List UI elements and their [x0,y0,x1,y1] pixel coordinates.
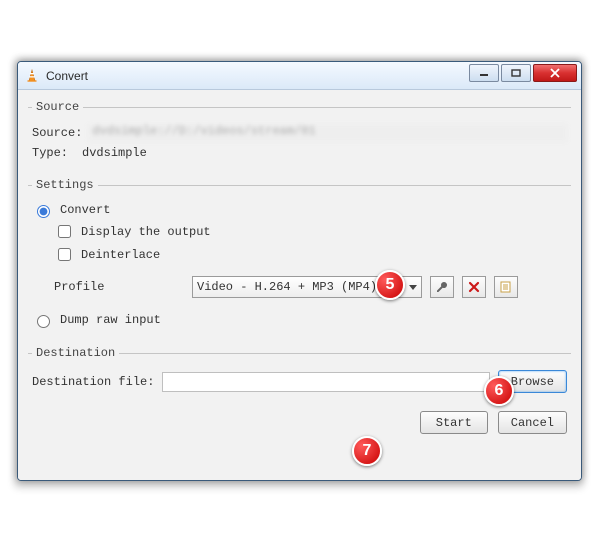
titlebar: Convert [18,62,581,90]
type-value: dvdsimple [82,146,147,160]
profile-label: Profile [54,280,184,294]
vlc-cone-icon [24,68,40,84]
dump-raw-radio[interactable] [37,315,50,328]
minimize-button[interactable] [469,64,499,82]
deinterlace-label: Deinterlace [81,248,160,262]
dump-raw-label: Dump raw input [60,313,161,327]
annotation-badge-6: 6 [484,376,514,406]
close-button[interactable] [533,64,577,82]
maximize-button[interactable] [501,64,531,82]
delete-profile-button[interactable] [462,276,486,298]
source-legend: Source [32,100,83,114]
destination-legend: Destination [32,346,119,360]
profile-selected-value: Video - H.264 + MP3 (MP4) [197,280,377,294]
convert-window: Convert Source Source: dvdsimple://D:/vi… [17,61,582,481]
source-group: Source Source: dvdsimple://D:/videos/str… [28,100,571,168]
window-title: Convert [46,69,88,83]
wrench-icon [435,280,449,294]
cancel-button[interactable]: Cancel [498,411,567,434]
convert-radio[interactable] [37,205,50,218]
settings-legend: Settings [32,178,98,192]
new-profile-icon [499,280,513,294]
source-label: Source: [32,126,82,140]
destination-input[interactable] [162,372,489,392]
client-area: Source Source: dvdsimple://D:/videos/str… [18,90,581,480]
type-label: Type: [32,146,68,160]
new-profile-button[interactable] [494,276,518,298]
annotation-badge-7: 7 [352,436,382,466]
source-value: dvdsimple://D:/videos/stream/01 [88,124,567,142]
settings-group: Settings Convert Display the output Dein… [28,178,571,336]
display-output-checkbox[interactable] [58,225,71,238]
footer-buttons: Start Cancel [28,411,571,434]
display-output-label: Display the output [81,225,211,239]
deinterlace-checkbox[interactable] [58,248,71,261]
chevron-down-icon [409,285,417,290]
convert-radio-label: Convert [60,203,110,217]
destination-label: Destination file: [32,375,154,389]
delete-icon [468,281,480,293]
annotation-badge-5: 5 [375,270,405,300]
start-button[interactable]: Start [420,411,488,434]
edit-profile-button[interactable] [430,276,454,298]
